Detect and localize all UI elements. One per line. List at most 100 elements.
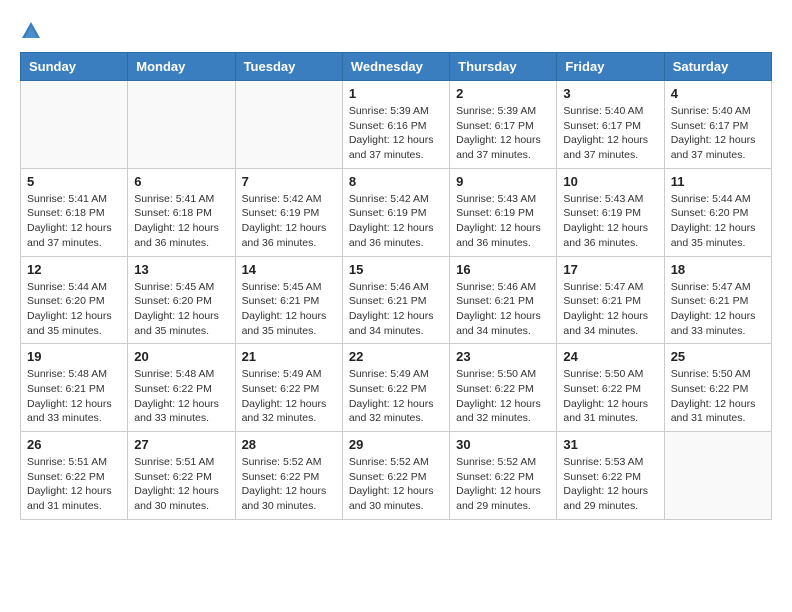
day-info: Sunrise: 5:40 AM Sunset: 6:17 PM Dayligh… <box>563 104 657 163</box>
day-info: Sunrise: 5:51 AM Sunset: 6:22 PM Dayligh… <box>27 455 121 514</box>
day-number: 28 <box>242 437 336 452</box>
day-number: 18 <box>671 262 765 277</box>
day-number: 10 <box>563 174 657 189</box>
day-number: 20 <box>134 349 228 364</box>
day-number: 21 <box>242 349 336 364</box>
logo-icon <box>20 20 42 42</box>
day-info: Sunrise: 5:41 AM Sunset: 6:18 PM Dayligh… <box>27 192 121 251</box>
calendar-day-cell: 24 Sunrise: 5:50 AM Sunset: 6:22 PM Dayli… <box>557 344 664 432</box>
calendar-day-cell <box>128 81 235 169</box>
day-number: 4 <box>671 86 765 101</box>
day-number: 31 <box>563 437 657 452</box>
calendar-day-cell <box>21 81 128 169</box>
day-info: Sunrise: 5:39 AM Sunset: 6:17 PM Dayligh… <box>456 104 550 163</box>
day-info: Sunrise: 5:46 AM Sunset: 6:21 PM Dayligh… <box>456 280 550 339</box>
calendar-day-cell: 4 Sunrise: 5:40 AM Sunset: 6:17 PM Daylig… <box>664 81 771 169</box>
day-number: 29 <box>349 437 443 452</box>
day-info: Sunrise: 5:41 AM Sunset: 6:18 PM Dayligh… <box>134 192 228 251</box>
day-number: 19 <box>27 349 121 364</box>
day-info: Sunrise: 5:40 AM Sunset: 6:17 PM Dayligh… <box>671 104 765 163</box>
weekday-header: Monday <box>128 53 235 81</box>
day-info: Sunrise: 5:47 AM Sunset: 6:21 PM Dayligh… <box>563 280 657 339</box>
calendar-header-row: SundayMondayTuesdayWednesdayThursdayFrid… <box>21 53 772 81</box>
calendar-day-cell: 19 Sunrise: 5:48 AM Sunset: 6:21 PM Dayli… <box>21 344 128 432</box>
calendar-week-row: 26 Sunrise: 5:51 AM Sunset: 6:22 PM Dayli… <box>21 432 772 520</box>
day-info: Sunrise: 5:52 AM Sunset: 6:22 PM Dayligh… <box>242 455 336 514</box>
day-number: 22 <box>349 349 443 364</box>
logo <box>20 20 46 42</box>
calendar-day-cell: 2 Sunrise: 5:39 AM Sunset: 6:17 PM Daylig… <box>450 81 557 169</box>
calendar-day-cell: 8Sunrise: 5:42 AM Sunset: 6:19 PM Daylig… <box>342 168 449 256</box>
day-info: Sunrise: 5:50 AM Sunset: 6:22 PM Dayligh… <box>563 367 657 426</box>
day-number: 13 <box>134 262 228 277</box>
day-number: 15 <box>349 262 443 277</box>
day-number: 14 <box>242 262 336 277</box>
calendar-day-cell: 1 Sunrise: 5:39 AM Sunset: 6:16 PM Daylig… <box>342 81 449 169</box>
calendar-day-cell: 21Sunrise: 5:49 AM Sunset: 6:22 PM Dayli… <box>235 344 342 432</box>
day-info: Sunrise: 5:43 AM Sunset: 6:19 PM Dayligh… <box>456 192 550 251</box>
day-number: 27 <box>134 437 228 452</box>
calendar-day-cell: 20 Sunrise: 5:48 AM Sunset: 6:22 PM Dayli… <box>128 344 235 432</box>
calendar-day-cell: 12 Sunrise: 5:44 AM Sunset: 6:20 PM Dayli… <box>21 256 128 344</box>
day-info: Sunrise: 5:52 AM Sunset: 6:22 PM Dayligh… <box>349 455 443 514</box>
calendar-day-cell: 29 Sunrise: 5:52 AM Sunset: 6:22 PM Dayli… <box>342 432 449 520</box>
day-info: Sunrise: 5:48 AM Sunset: 6:21 PM Dayligh… <box>27 367 121 426</box>
calendar-day-cell: 9 Sunrise: 5:43 AM Sunset: 6:19 PM Daylig… <box>450 168 557 256</box>
calendar-day-cell: 11 Sunrise: 5:44 AM Sunset: 6:20 PM Dayli… <box>664 168 771 256</box>
calendar-day-cell: 23Sunrise: 5:50 AM Sunset: 6:22 PM Dayli… <box>450 344 557 432</box>
day-number: 30 <box>456 437 550 452</box>
calendar-week-row: 1 Sunrise: 5:39 AM Sunset: 6:16 PM Daylig… <box>21 81 772 169</box>
calendar-day-cell: 27 Sunrise: 5:51 AM Sunset: 6:22 PM Dayli… <box>128 432 235 520</box>
day-number: 25 <box>671 349 765 364</box>
day-info: Sunrise: 5:49 AM Sunset: 6:22 PM Dayligh… <box>349 367 443 426</box>
day-info: Sunrise: 5:48 AM Sunset: 6:22 PM Dayligh… <box>134 367 228 426</box>
day-number: 2 <box>456 86 550 101</box>
day-info: Sunrise: 5:42 AM Sunset: 6:19 PM Dayligh… <box>242 192 336 251</box>
day-info: Sunrise: 5:51 AM Sunset: 6:22 PM Dayligh… <box>134 455 228 514</box>
day-info: Sunrise: 5:44 AM Sunset: 6:20 PM Dayligh… <box>671 192 765 251</box>
day-info: Sunrise: 5:50 AM Sunset: 6:22 PM Dayligh… <box>671 367 765 426</box>
calendar-day-cell: 16 Sunrise: 5:46 AM Sunset: 6:21 PM Dayli… <box>450 256 557 344</box>
calendar-day-cell: 22 Sunrise: 5:49 AM Sunset: 6:22 PM Dayli… <box>342 344 449 432</box>
day-number: 17 <box>563 262 657 277</box>
calendar-day-cell: 6Sunrise: 5:41 AM Sunset: 6:18 PM Daylig… <box>128 168 235 256</box>
day-number: 7 <box>242 174 336 189</box>
weekday-header: Thursday <box>450 53 557 81</box>
calendar-day-cell: 30 Sunrise: 5:52 AM Sunset: 6:22 PM Dayli… <box>450 432 557 520</box>
weekday-header: Sunday <box>21 53 128 81</box>
weekday-header: Tuesday <box>235 53 342 81</box>
day-number: 26 <box>27 437 121 452</box>
day-number: 16 <box>456 262 550 277</box>
day-info: Sunrise: 5:45 AM Sunset: 6:20 PM Dayligh… <box>134 280 228 339</box>
day-number: 9 <box>456 174 550 189</box>
calendar-day-cell: 13 Sunrise: 5:45 AM Sunset: 6:20 PM Dayli… <box>128 256 235 344</box>
calendar-day-cell: 17 Sunrise: 5:47 AM Sunset: 6:21 PM Dayli… <box>557 256 664 344</box>
day-number: 3 <box>563 86 657 101</box>
calendar-day-cell: 25 Sunrise: 5:50 AM Sunset: 6:22 PM Dayli… <box>664 344 771 432</box>
day-number: 11 <box>671 174 765 189</box>
calendar-week-row: 12 Sunrise: 5:44 AM Sunset: 6:20 PM Dayli… <box>21 256 772 344</box>
day-number: 24 <box>563 349 657 364</box>
day-info: Sunrise: 5:42 AM Sunset: 6:19 PM Dayligh… <box>349 192 443 251</box>
calendar-week-row: 5 Sunrise: 5:41 AM Sunset: 6:18 PM Daylig… <box>21 168 772 256</box>
day-number: 23 <box>456 349 550 364</box>
day-info: Sunrise: 5:39 AM Sunset: 6:16 PM Dayligh… <box>349 104 443 163</box>
day-info: Sunrise: 5:46 AM Sunset: 6:21 PM Dayligh… <box>349 280 443 339</box>
day-number: 12 <box>27 262 121 277</box>
day-info: Sunrise: 5:43 AM Sunset: 6:19 PM Dayligh… <box>563 192 657 251</box>
day-number: 1 <box>349 86 443 101</box>
day-info: Sunrise: 5:53 AM Sunset: 6:22 PM Dayligh… <box>563 455 657 514</box>
day-info: Sunrise: 5:47 AM Sunset: 6:21 PM Dayligh… <box>671 280 765 339</box>
weekday-header: Saturday <box>664 53 771 81</box>
calendar-table: SundayMondayTuesdayWednesdayThursdayFrid… <box>20 52 772 520</box>
calendar-day-cell: 31 Sunrise: 5:53 AM Sunset: 6:22 PM Dayli… <box>557 432 664 520</box>
calendar-day-cell: 28 Sunrise: 5:52 AM Sunset: 6:22 PM Dayli… <box>235 432 342 520</box>
weekday-header: Friday <box>557 53 664 81</box>
calendar-day-cell: 5 Sunrise: 5:41 AM Sunset: 6:18 PM Daylig… <box>21 168 128 256</box>
day-info: Sunrise: 5:44 AM Sunset: 6:20 PM Dayligh… <box>27 280 121 339</box>
calendar-day-cell: 10 Sunrise: 5:43 AM Sunset: 6:19 PM Dayli… <box>557 168 664 256</box>
day-info: Sunrise: 5:52 AM Sunset: 6:22 PM Dayligh… <box>456 455 550 514</box>
calendar-day-cell: 18 Sunrise: 5:47 AM Sunset: 6:21 PM Dayli… <box>664 256 771 344</box>
calendar-day-cell: 3 Sunrise: 5:40 AM Sunset: 6:17 PM Daylig… <box>557 81 664 169</box>
day-number: 5 <box>27 174 121 189</box>
